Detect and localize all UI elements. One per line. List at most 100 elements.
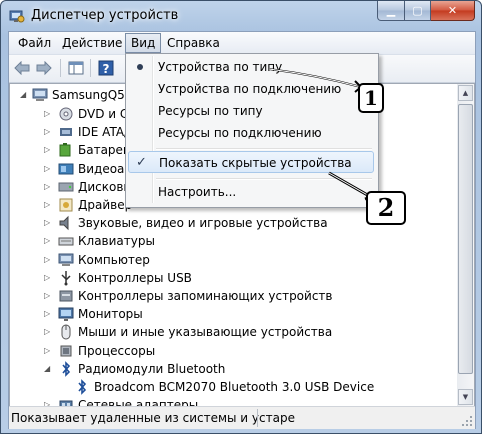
console-tree-icon bbox=[68, 61, 84, 75]
help-button[interactable]: ? bbox=[96, 58, 116, 78]
collapse-arrow-icon[interactable]: ◢ bbox=[44, 364, 52, 373]
processor-icon bbox=[60, 345, 72, 357]
expand-arrow-icon[interactable]: ▷ bbox=[44, 201, 52, 209]
close-button[interactable]: ✕ bbox=[431, 1, 475, 21]
tree-item-label: Мониторы bbox=[78, 307, 143, 322]
tree-item[interactable]: Broadcom BCM2070 Bluetooth 3.0 USB Devic… bbox=[10, 378, 458, 396]
menu-item-label: Ресурсы по подключению bbox=[158, 126, 322, 140]
menu-item-show-hidden-devices[interactable]: ✓ Показать скрытые устройства bbox=[128, 151, 374, 173]
view-menu-dropdown: Устройства по типу Устройства по подключ… bbox=[125, 53, 379, 208]
expand-arrow-icon[interactable]: ▷ bbox=[44, 219, 52, 227]
expand-arrow-icon[interactable]: ▷ bbox=[44, 237, 52, 245]
back-button[interactable] bbox=[12, 58, 32, 78]
help-icon: ? bbox=[98, 60, 114, 76]
maximize-button[interactable]: ▢ bbox=[405, 1, 431, 21]
tree-item-label: Компьютер bbox=[78, 252, 150, 267]
menu-item-resources-by-type[interactable]: Ресурсы по типу bbox=[128, 100, 374, 122]
checkmark-icon: ✓ bbox=[136, 155, 147, 170]
bluetooth-icon bbox=[78, 379, 87, 395]
callout-badge-1: 1 bbox=[358, 83, 384, 113]
expand-arrow-icon[interactable]: ▷ bbox=[44, 128, 52, 136]
menu-item-label: Устройства по подключению bbox=[158, 82, 342, 96]
tree-item-label: Контроллеры USB bbox=[78, 270, 192, 285]
menu-item-customize[interactable]: Настроить... bbox=[128, 181, 374, 203]
device-manager-window: Диспетчер устройств ▁ ▢ ✕ Файл Действие … bbox=[0, 0, 482, 434]
menu-separator bbox=[156, 148, 372, 150]
expand-arrow-icon[interactable]: ▷ bbox=[44, 273, 52, 282]
minimize-button[interactable]: ▁ bbox=[377, 1, 405, 21]
status-bar: Показывает удаленные из системы и устаре bbox=[9, 406, 475, 429]
status-text: Показывает удаленные из системы и устаре bbox=[11, 411, 295, 425]
tree-item[interactable]: ▷ Контроллеры запоминающих устройств bbox=[10, 287, 458, 305]
driver-icon bbox=[59, 198, 73, 212]
dvd-drive-icon bbox=[59, 107, 73, 121]
scroll-down-button[interactable]: ▼ bbox=[458, 389, 473, 405]
expand-arrow-icon[interactable]: ▷ bbox=[44, 146, 52, 154]
tree-item-label: Батареи bbox=[78, 143, 131, 158]
expand-arrow-icon[interactable]: ▷ bbox=[44, 164, 52, 173]
tree-item-label: Контроллеры запоминающих устройств bbox=[78, 289, 333, 303]
computer-icon bbox=[32, 88, 48, 101]
tree-item[interactable]: ▷ Клавиатуры bbox=[10, 232, 458, 250]
device-manager-icon bbox=[9, 10, 25, 23]
vertical-scrollbar[interactable]: ▲ ▼ bbox=[457, 83, 475, 407]
monitor-icon bbox=[58, 307, 74, 322]
scroll-up-icon: ▲ bbox=[462, 89, 469, 97]
menu-help[interactable]: Справка bbox=[162, 35, 225, 52]
menu-bar: Файл Действие Вид Справка bbox=[9, 32, 475, 55]
menu-item-devices-by-type[interactable]: Устройства по типу bbox=[128, 56, 374, 78]
expand-arrow-icon[interactable]: ▷ bbox=[44, 110, 52, 118]
expand-arrow-icon[interactable]: ▷ bbox=[44, 346, 52, 355]
scroll-thumb[interactable] bbox=[458, 104, 473, 374]
collapse-arrow-icon[interactable]: ◢ bbox=[20, 91, 28, 99]
toolbar-separator bbox=[60, 59, 61, 77]
usb-icon bbox=[61, 270, 71, 286]
expand-arrow-icon[interactable]: ▷ bbox=[44, 328, 52, 336]
ide-controller-icon bbox=[60, 128, 72, 137]
close-icon: ✕ bbox=[447, 4, 458, 17]
forward-button[interactable] bbox=[34, 58, 54, 78]
tree-item-label: Звуковые, видео и игровые устройства bbox=[78, 216, 328, 231]
expand-arrow-icon[interactable]: ▷ bbox=[44, 255, 52, 264]
tree-item-label: Процессоры bbox=[78, 343, 156, 358]
mouse-icon bbox=[61, 324, 71, 340]
tree-item[interactable]: ▷ Контроллеры USB bbox=[10, 269, 458, 287]
title-bar[interactable]: Диспетчер устройств ▁ ▢ ✕ bbox=[1, 1, 481, 31]
menu-action[interactable]: Действие bbox=[57, 35, 127, 52]
menu-item-label: Настроить... bbox=[158, 185, 237, 199]
storage-controller-icon bbox=[59, 290, 73, 302]
scroll-up-button[interactable]: ▲ bbox=[458, 85, 473, 101]
expand-arrow-icon[interactable]: ▷ bbox=[44, 310, 52, 318]
tree-item[interactable]: ▷ Компьютер bbox=[10, 251, 458, 269]
tree-item[interactable]: ▷ Мыши и иные указывающие устройства bbox=[10, 323, 458, 341]
resize-grip-icon[interactable] bbox=[461, 415, 473, 427]
menu-item-devices-by-connection[interactable]: Устройства по подключению bbox=[128, 78, 374, 100]
tree-item[interactable]: ▷ Мониторы bbox=[10, 305, 458, 323]
bluetooth-icon bbox=[62, 360, 71, 377]
scroll-down-icon: ▼ bbox=[462, 393, 469, 401]
svg-text:?: ? bbox=[103, 62, 110, 76]
tree-item[interactable]: ▷ Процессоры bbox=[10, 342, 458, 360]
menu-item-label: Устройства по типу bbox=[158, 60, 283, 74]
tree-root-label: SamsungQ53 bbox=[52, 88, 133, 102]
window-title: Диспетчер устройств bbox=[31, 8, 179, 23]
tree-item-label: Broadcom BCM2070 Bluetooth 3.0 USB Devic… bbox=[94, 380, 375, 394]
status-divider bbox=[257, 409, 258, 427]
tree-item-label: Радиомодули Bluetooth bbox=[78, 361, 226, 376]
menu-file[interactable]: Файл bbox=[13, 35, 56, 52]
tree-item-label: Мыши и иные указывающие устройства bbox=[78, 325, 333, 340]
speaker-icon bbox=[59, 215, 69, 231]
arrow-right-icon bbox=[36, 61, 52, 75]
menu-item-resources-by-connection[interactable]: Ресурсы по подключению bbox=[128, 122, 374, 144]
tree-item[interactable]: ◢ Радиомодули Bluetooth bbox=[10, 360, 458, 378]
expand-arrow-icon[interactable]: ▷ bbox=[44, 182, 52, 191]
minimize-icon: ▁ bbox=[386, 4, 396, 17]
show-hide-console-tree-button[interactable] bbox=[66, 58, 86, 78]
menu-view[interactable]: Вид bbox=[125, 33, 162, 53]
expand-arrow-icon[interactable]: ▷ bbox=[44, 292, 52, 300]
radio-selected-icon bbox=[137, 64, 143, 70]
menu-separator bbox=[156, 178, 372, 180]
keyboard-icon bbox=[58, 237, 74, 246]
disk-drive-icon bbox=[58, 182, 74, 192]
menu-item-label: Ресурсы по типу bbox=[158, 104, 263, 118]
